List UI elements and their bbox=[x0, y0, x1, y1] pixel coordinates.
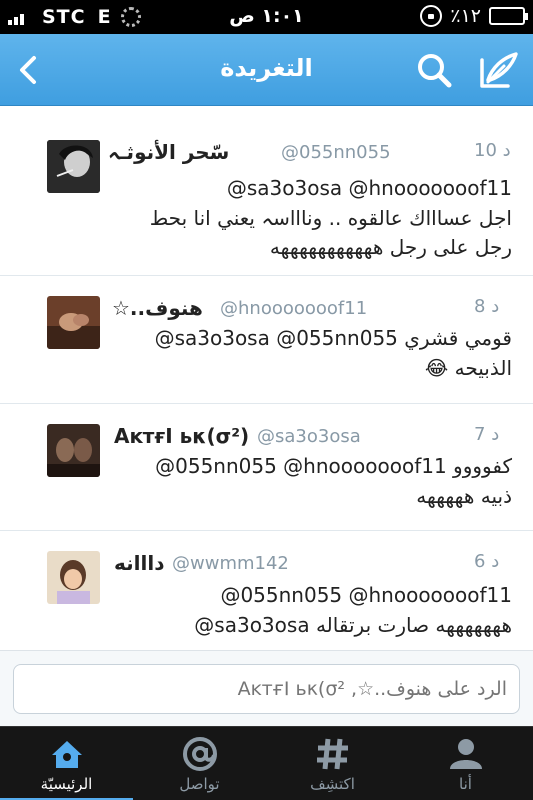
status-right: ٪١٢ bbox=[420, 5, 528, 27]
home-icon bbox=[52, 741, 82, 768]
avatar[interactable] bbox=[47, 296, 100, 349]
tweet-item[interactable]: 10 د @055nn055 سّحر الأنوثـہ @sa3o3osa @… bbox=[0, 120, 533, 276]
tab-label: الرئيسيّة bbox=[40, 775, 93, 793]
tweet-time: 6 د bbox=[474, 551, 500, 572]
tab-label: أنا bbox=[459, 775, 472, 793]
avatar-image bbox=[47, 424, 100, 477]
tweet-author-name[interactable]: دااانه bbox=[114, 551, 164, 575]
tweet-text-line: اجل عساااك عالقوه .. وناااسہ يعني انا بح… bbox=[149, 206, 512, 230]
tweet-handle[interactable]: @055nn055 bbox=[281, 142, 391, 163]
avatar-image bbox=[47, 140, 100, 193]
reply-bar bbox=[0, 650, 533, 726]
tweet-text-line: الذبيحه 😂 bbox=[424, 356, 512, 380]
tweet-text-line: ذبيه هههههه bbox=[416, 484, 512, 508]
reply-input[interactable] bbox=[13, 664, 520, 714]
tweet-time: 8 د bbox=[474, 296, 500, 317]
tweet-text-line: @sa3o3osa هههههههه صارت برتقاله bbox=[194, 613, 512, 637]
tweet-time: 7 د bbox=[474, 424, 500, 445]
tweet-text-line: @055nn055 @hnooooooof11 كفوووو bbox=[155, 454, 512, 478]
battery-icon bbox=[489, 7, 528, 25]
tweet-text-line: @sa3o3osa @hnooooooof11 bbox=[226, 176, 512, 200]
tweet-time: 10 د bbox=[474, 140, 511, 161]
tweet-text-line: @sa3o3osa @055nn055 قومي قشري bbox=[154, 326, 512, 350]
tab-bar: الرئيسيّة تواصل اكتشِف أنا bbox=[0, 726, 533, 800]
tab-connect[interactable]: تواصل bbox=[133, 727, 266, 800]
at-icon bbox=[183, 737, 217, 771]
tweet-item[interactable]: 8 د @hnooooooof11 ھنوف..☆ @sa3o3osa @055… bbox=[0, 276, 533, 404]
tab-discover[interactable]: اكتشِف bbox=[266, 727, 399, 800]
tweet-author-name[interactable]: AĸтғΙ ьκ(σ²) bbox=[114, 424, 249, 448]
tweet-text-line: رجل على رجل هههههههههههه bbox=[269, 235, 512, 259]
avatar-image bbox=[47, 296, 100, 349]
tweet-text-line: @055nn055 @hnooooooof11 bbox=[220, 583, 512, 607]
rotation-lock-icon bbox=[420, 5, 443, 27]
search-button[interactable] bbox=[412, 48, 456, 92]
avatar[interactable] bbox=[47, 140, 100, 193]
compose-button[interactable] bbox=[474, 46, 522, 94]
tab-label: تواصل bbox=[179, 775, 220, 793]
nav-bar: التغريدة bbox=[0, 34, 533, 106]
tweet-item[interactable]: 7 د @sa3o3osa AĸтғΙ ьκ(σ²) @055nn055 @hn… bbox=[0, 404, 533, 531]
battery-percent: ٪١٢ bbox=[450, 5, 481, 27]
avatar[interactable] bbox=[47, 424, 100, 477]
tab-me[interactable]: أنا bbox=[399, 727, 532, 800]
tab-home[interactable]: الرئيسيّة bbox=[0, 727, 133, 800]
compose-icon bbox=[480, 52, 518, 88]
avatar-image bbox=[47, 551, 100, 604]
status-bar: STC E ١:٠١ ص ٪١٢ bbox=[0, 0, 533, 34]
tweet-item[interactable]: 6 د @wwmm142 دااانه @055nn055 @hnooooooo… bbox=[0, 531, 533, 650]
search-icon bbox=[418, 54, 452, 88]
tweet-list[interactable]: 10 د @055nn055 سّحر الأنوثـہ @sa3o3osa @… bbox=[0, 106, 533, 650]
hashtag-icon bbox=[317, 738, 348, 770]
tweet-handle[interactable]: @wwmm142 bbox=[172, 553, 289, 574]
avatar[interactable] bbox=[47, 551, 100, 604]
person-icon bbox=[450, 739, 482, 769]
tweet-author-name[interactable]: ھنوف..☆ bbox=[112, 296, 203, 320]
tweet-handle[interactable]: @sa3o3osa bbox=[257, 426, 361, 447]
tweet-author-name[interactable]: سّحر الأنوثـہ bbox=[108, 140, 229, 164]
tweet-handle[interactable]: @hnooooooof11 bbox=[220, 298, 367, 319]
tab-label: اكتشِف bbox=[310, 775, 355, 793]
